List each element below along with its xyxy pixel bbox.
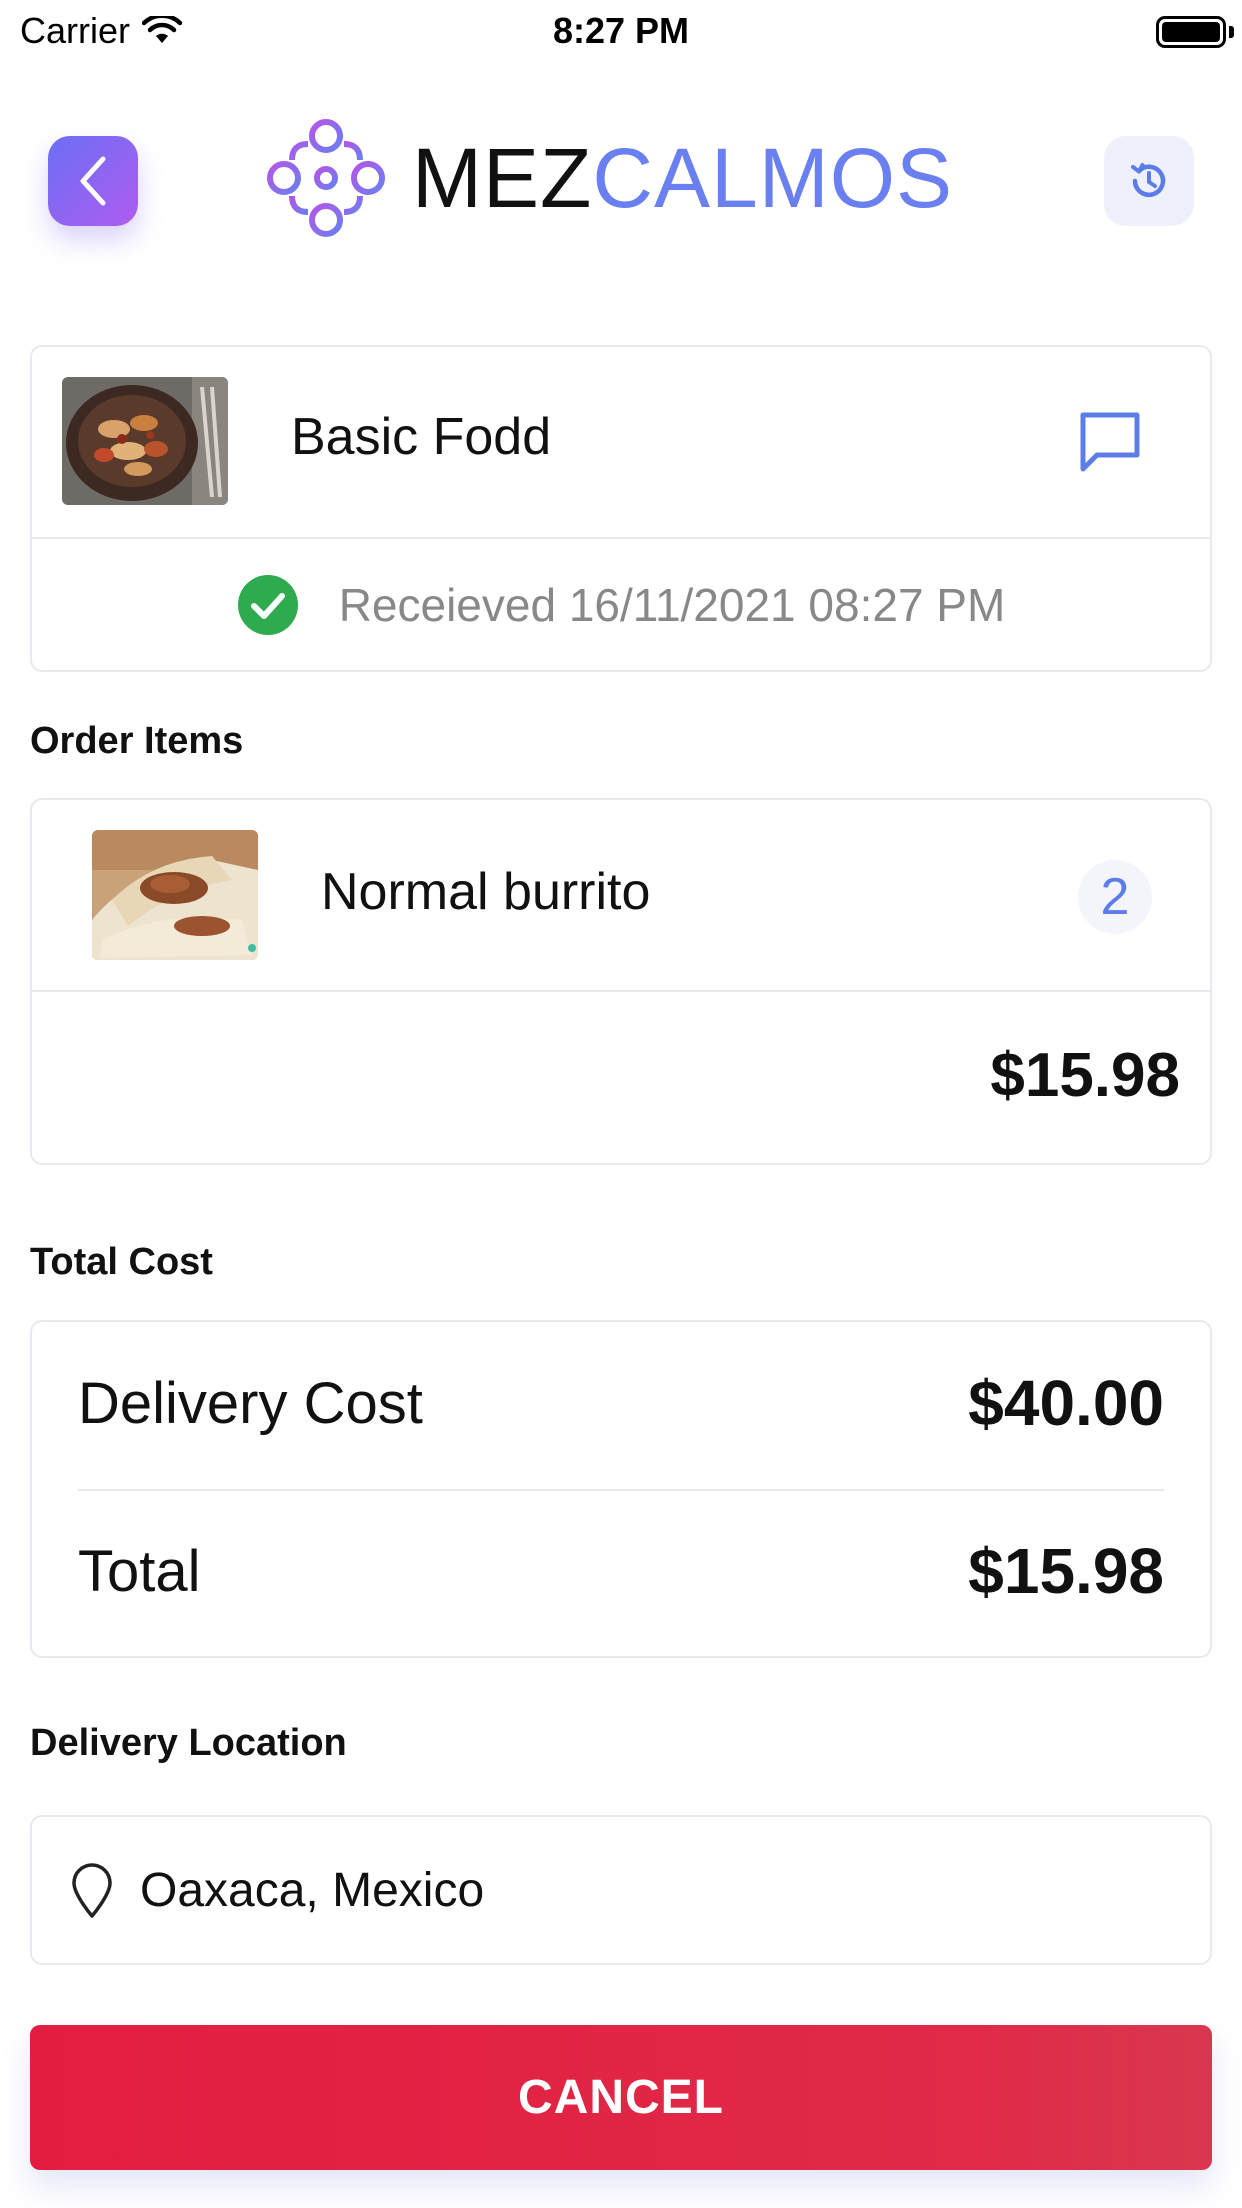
total-cost-title: Total Cost [30, 1241, 213, 1283]
history-icon [1131, 163, 1166, 198]
check-circle-icon [237, 574, 298, 635]
order-status-text: Receieved 16/11/2021 08:27 PM [338, 578, 1006, 631]
total-cost-card: Delivery Cost $40.00 Total $15.98 [30, 1320, 1212, 1658]
battery-icon [1156, 16, 1226, 48]
order-items-divider [32, 990, 1210, 992]
delivery-address: Oaxaca, Mexico [140, 1864, 485, 1917]
order-item-quantity: 2 [1078, 860, 1152, 934]
delivery-location-title: Delivery Location [30, 1722, 347, 1764]
chevron-left-icon [80, 156, 106, 206]
total-label: Total [78, 1538, 201, 1604]
status-bar: Carrier 8:27 PM [0, 0, 1242, 64]
order-items-title: Order Items [30, 720, 244, 762]
message-icon [1080, 412, 1140, 472]
logo-text-part2: CALMOS [592, 131, 954, 225]
delivery-location-card: Oaxaca, Mexico [30, 1815, 1212, 1965]
cancel-button[interactable]: CANCEL [30, 2025, 1212, 2170]
message-button[interactable] [1075, 407, 1145, 477]
logo-text: MEZCALMOS [412, 136, 953, 220]
delivery-cost-row: Delivery Cost $40.00 [78, 1366, 1164, 1440]
order-item-name: Normal burrito [321, 863, 651, 921]
restaurant-name: Basic Fodd [291, 408, 552, 466]
order-status-row: Receieved 16/11/2021 08:27 PM [32, 537, 1210, 672]
logo-mark-icon [267, 119, 385, 237]
restaurant-card: Basic Fodd Receieved 16/11/2021 08:27 PM [30, 345, 1212, 672]
battery-cap [1229, 26, 1234, 38]
delivery-cost-value: $40.00 [968, 1367, 1164, 1439]
location-pin-icon [72, 1863, 112, 1918]
burrito-photo [92, 830, 258, 960]
status-time: 8:27 PM [552, 10, 690, 51]
delivery-cost-label: Delivery Cost [78, 1370, 423, 1436]
cost-divider [78, 1489, 1164, 1491]
order-items-card: Normal burrito 2 $15.98 [30, 798, 1212, 1165]
back-button[interactable] [48, 136, 138, 226]
history-button[interactable] [1104, 136, 1194, 226]
restaurant-photo [62, 377, 228, 505]
total-row: Total $15.98 [78, 1534, 1164, 1608]
logo-text-part1: MEZ [412, 131, 593, 225]
app-logo: MEZCALMOS [262, 114, 953, 242]
total-value: $15.98 [968, 1535, 1164, 1607]
order-items-subtotal: $15.98 [990, 1041, 1180, 1110]
